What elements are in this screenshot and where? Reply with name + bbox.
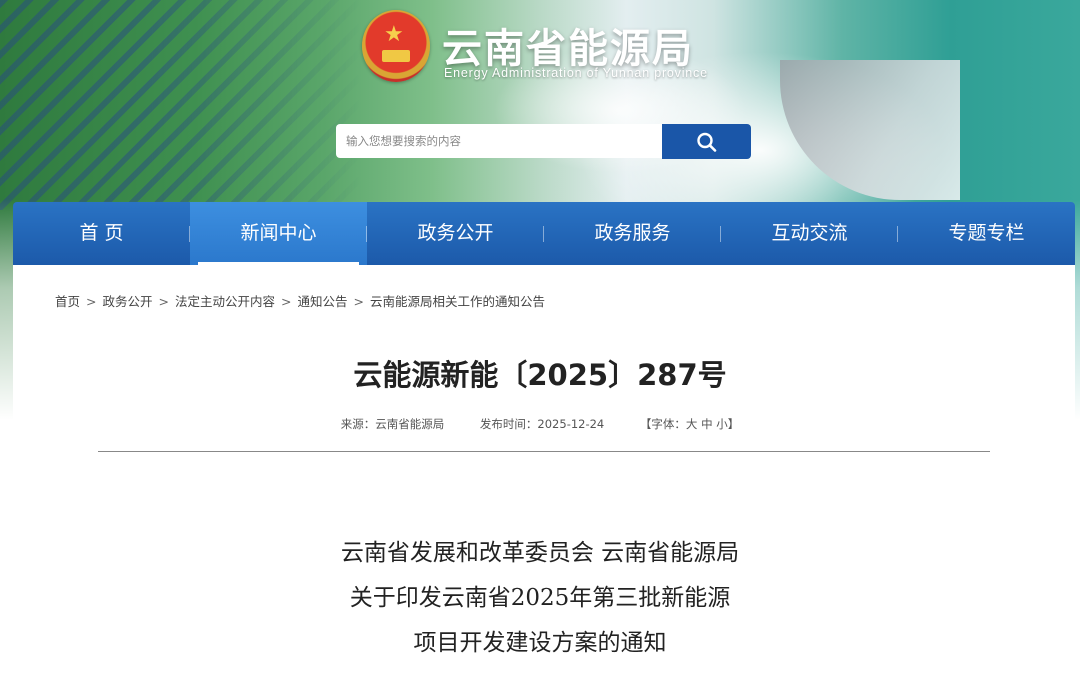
nav-item-gov-affairs[interactable]: 政务公开 xyxy=(367,202,544,265)
main-nav: 首 页 新闻中心 政务公开 政务服务 互动交流 专题专栏 xyxy=(13,202,1075,265)
breadcrumb-separator: > xyxy=(353,294,364,309)
nav-item-gov-services[interactable]: 政务服务 xyxy=(544,202,721,265)
breadcrumb-separator: > xyxy=(281,294,292,309)
nav-item-interaction[interactable]: 互动交流 xyxy=(721,202,898,265)
article-heading-line-1: 云南省发展和改革委员会 云南省能源局 xyxy=(340,540,740,566)
breadcrumb-gov-affairs[interactable]: 政务公开 xyxy=(103,294,153,309)
breadcrumb-separator: > xyxy=(158,294,169,309)
font-size-switcher[interactable]: 【字体：大 中 小】 xyxy=(640,417,739,431)
article-meta: 来源：云南省能源局 发布时间：2025-12-24 【字体：大 中 小】 xyxy=(0,416,1080,432)
article-source: 来源：云南省能源局 xyxy=(340,417,445,431)
breadcrumb-separator: > xyxy=(86,294,97,309)
nav-item-home[interactable]: 首 页 xyxy=(13,202,190,265)
breadcrumb-notices[interactable]: 通知公告 xyxy=(298,294,348,309)
divider-line xyxy=(98,451,990,452)
solar-panel-field xyxy=(0,0,360,210)
search-input[interactable] xyxy=(336,124,662,158)
article-publish-time: 发布时间：2025-12-24 xyxy=(479,417,605,431)
breadcrumb-home[interactable]: 首页 xyxy=(55,294,80,309)
breadcrumb-current[interactable]: 云南能源局相关工作的通知公告 xyxy=(370,294,545,309)
breadcrumb: 首页 > 政务公开 > 法定主动公开内容 > 通知公告 > 云南能源局相关工作的通知公告 xyxy=(55,291,545,310)
search-icon xyxy=(697,132,717,152)
article-heading-line-3: 项目开发建设方案的通知 xyxy=(413,630,667,656)
site-subtitle: Energy Administration of Yunnan province xyxy=(444,66,708,80)
breadcrumb-statutory-content[interactable]: 法定主动公开内容 xyxy=(175,294,275,309)
nav-item-special-topics[interactable]: 专题专栏 xyxy=(898,202,1075,265)
content-panel xyxy=(13,265,1075,681)
search-button[interactable] xyxy=(662,124,751,159)
star-icon: ★ xyxy=(384,22,404,47)
nav-item-news[interactable]: 新闻中心 xyxy=(190,202,367,265)
document-number-title: 云能源新能〔2025〕287号 xyxy=(353,358,727,392)
national-emblem-icon: ★ xyxy=(362,10,430,82)
dam-illustration xyxy=(780,60,960,200)
gate-icon xyxy=(382,50,410,62)
article-heading-line-2: 关于印发云南省2025年第三批新能源 xyxy=(349,585,731,611)
